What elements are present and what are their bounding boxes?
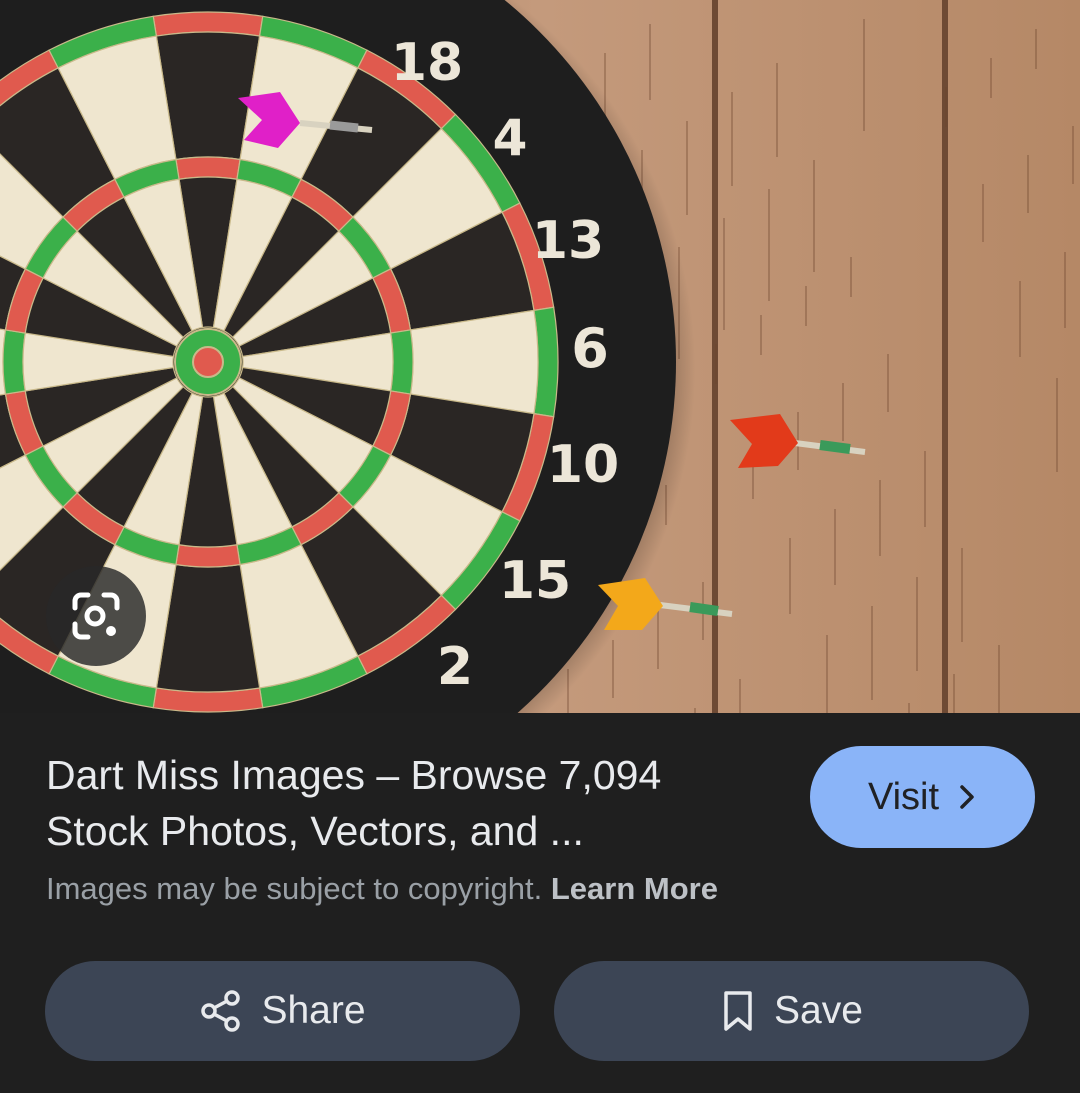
visit-button-label: Visit [867, 775, 940, 818]
wood-grain [657, 611, 659, 669]
wood-grain [731, 92, 733, 186]
wood-grain [871, 606, 873, 700]
wood-grain [908, 703, 910, 713]
board-number-15: 15 [499, 551, 571, 611]
dartboard-photo: 18 4 13 6 10 15 2 [0, 0, 1080, 713]
triple-ring-segment [175, 544, 241, 568]
board-number-10: 10 [547, 435, 619, 495]
wood-grain [1035, 29, 1037, 69]
board-number-4: 4 [493, 109, 528, 167]
wood-grain [1056, 378, 1058, 472]
triple-ring-segment [390, 329, 414, 395]
chevron-right-icon [957, 783, 977, 811]
share-button-label: Share [261, 989, 366, 1032]
wood-grain [805, 286, 807, 326]
google-lens-icon [69, 589, 123, 643]
save-button-label: Save [774, 989, 863, 1032]
bookmark-icon [720, 989, 756, 1033]
wood-grain [834, 509, 836, 585]
wood-grain [842, 383, 844, 441]
visit-button[interactable]: Visit [810, 746, 1035, 848]
wood-grain [612, 640, 614, 698]
wood-grain [1027, 155, 1029, 213]
wood-grain [916, 577, 918, 671]
wood-grain [887, 354, 889, 412]
wood-grain [760, 315, 762, 355]
board-number-6: 6 [571, 317, 609, 380]
wood-grain [961, 548, 963, 642]
wood-grain [768, 189, 770, 301]
google-lens-button[interactable] [46, 566, 146, 666]
wood-grain [723, 218, 725, 330]
copyright-notice: Images may be subject to copyright. Lear… [46, 871, 718, 907]
wood-grain [924, 451, 926, 527]
board-number-13: 13 [532, 211, 604, 271]
result-image[interactable]: 18 4 13 6 10 15 2 [0, 0, 1080, 713]
wood-grain [850, 257, 852, 297]
wood-grain [686, 121, 688, 215]
wood-grain [715, 344, 717, 384]
wood-grain [1064, 252, 1066, 328]
wood-grain [1019, 281, 1021, 357]
wood-grain [1072, 126, 1074, 184]
wood-grain [990, 58, 992, 98]
result-title[interactable]: Dart Miss Images – Browse 7,094 Stock Ph… [46, 747, 766, 859]
wood-grain [813, 160, 815, 272]
wood-grain [982, 184, 984, 242]
board-number-18: 18 [391, 33, 463, 93]
wood-grain [826, 635, 828, 713]
copyright-text: Images may be subject to copyright. [46, 871, 543, 906]
board-number-2: 2 [437, 637, 473, 697]
wood-grain [649, 24, 651, 100]
result-info-panel: Dart Miss Images – Browse 7,094 Stock Ph… [0, 713, 1080, 1093]
wood-grain [879, 480, 881, 556]
wood-grain [789, 538, 791, 614]
share-icon [199, 989, 243, 1033]
triple-ring-segment [2, 329, 26, 395]
save-button[interactable]: Save [554, 961, 1029, 1061]
wood-grain [953, 674, 955, 713]
image-viewer-screen: 18 4 13 6 10 15 2 Dart Miss Images – Bro… [0, 0, 1080, 1093]
share-button[interactable]: Share [45, 961, 520, 1061]
wood-grain [945, 87, 947, 127]
learn-more-link[interactable]: Learn More [551, 871, 718, 906]
wood-grain [998, 645, 1000, 713]
wood-grain [739, 679, 741, 713]
bullseye [192, 346, 224, 378]
wood-grain [863, 19, 865, 131]
triple-ring-segment [175, 156, 241, 180]
wood-grain [776, 63, 778, 157]
